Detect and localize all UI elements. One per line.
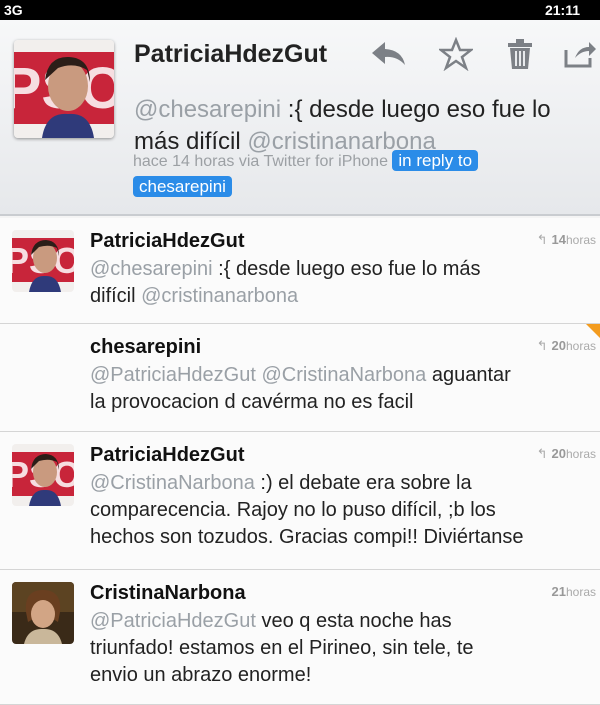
tweet-detail-header: PSO PatriciaHdezGut @chesarepini :{ desd…	[0, 20, 600, 216]
mention-link[interactable]: @CristinaNarbona	[90, 472, 255, 494]
via-client: via Twitter for iPhone	[234, 153, 393, 170]
status-bar: 3G 21:11	[0, 0, 600, 20]
author-name[interactable]: PatriciaHdezGut	[134, 40, 327, 69]
reply-icon[interactable]	[368, 34, 408, 74]
author-name[interactable]: PatriciaHdezGut	[90, 444, 244, 467]
reply-indicator-icon: ↰	[536, 232, 548, 247]
author-name[interactable]: CristinaNarbona	[90, 582, 246, 605]
mention-link[interactable]: @PatriciaHdezGut @CristinaNarbona	[90, 364, 426, 386]
trash-icon[interactable]	[500, 34, 540, 74]
tweet-text: @CristinaNarbona :) el debate era sobre …	[90, 472, 524, 548]
avatar-cristina-image	[12, 582, 74, 644]
tweet-meta: hace 14 horas via Twitter for iPhone in …	[133, 148, 600, 200]
avatar-patricia-image: PSO	[14, 40, 114, 138]
avatar[interactable]: PSO	[14, 40, 114, 138]
tweet-text: @chesarepini :{ desde luego eso fue lo m…	[90, 258, 481, 307]
star-icon[interactable]	[436, 34, 476, 74]
carrier-label: 3G	[4, 2, 23, 18]
tweet-text: @PatriciaHdezGut @CristinaNarbona aguant…	[90, 364, 511, 413]
avatar[interactable]: PSO	[12, 230, 74, 292]
mention-link[interactable]: @chesarepini	[90, 258, 213, 280]
clock: 21:11	[544, 2, 580, 18]
tweet-item[interactable]: PSO PatriciaHdezGut ↰14horas @chesarepin…	[0, 218, 600, 324]
in-reply-to-user-link[interactable]: chesarepini	[133, 176, 232, 197]
action-bar	[368, 34, 600, 74]
mention-link[interactable]: @chesarepini	[134, 96, 281, 123]
avatar[interactable]: PSO	[12, 444, 74, 506]
mention-link[interactable]: @cristinanarbona	[141, 285, 298, 307]
mention-link[interactable]: @PatriciaHdezGut	[90, 610, 256, 632]
tweet-time: ↰ 14horas	[536, 232, 596, 247]
reply-indicator-icon: ↰	[536, 338, 548, 353]
tweet-time: ↰ 20horas	[536, 338, 596, 353]
in-reply-to-link[interactable]: in reply to	[392, 150, 479, 171]
timestamp: hace 14 horas	[133, 153, 235, 170]
tweet-text: @PatriciaHdezGut veo q esta noche has tr…	[90, 610, 474, 686]
avatar[interactable]	[12, 582, 74, 644]
tweet-item[interactable]: chesarepini ↰ 20horas @PatriciaHdezGut @C…	[0, 324, 600, 432]
author-name[interactable]: PatriciaHdezGut	[90, 230, 244, 253]
avatar-patricia-image: PSO	[12, 444, 74, 506]
author-name[interactable]: chesarepini	[90, 336, 201, 359]
tweet-item[interactable]: CristinaNarbona 21horas @PatriciaHdezGut…	[0, 570, 600, 705]
tweet-time: 21horas	[551, 584, 597, 599]
unread-marker	[586, 324, 600, 338]
reply-indicator-icon: ↰	[536, 446, 548, 461]
share-icon[interactable]	[560, 34, 600, 74]
tweet-item[interactable]: PSO PatriciaHdezGut ↰20horas @CristinaNa…	[0, 432, 600, 570]
tweet-time: ↰ 20horas	[536, 446, 596, 461]
avatar-patricia-image: PSO	[12, 230, 74, 292]
